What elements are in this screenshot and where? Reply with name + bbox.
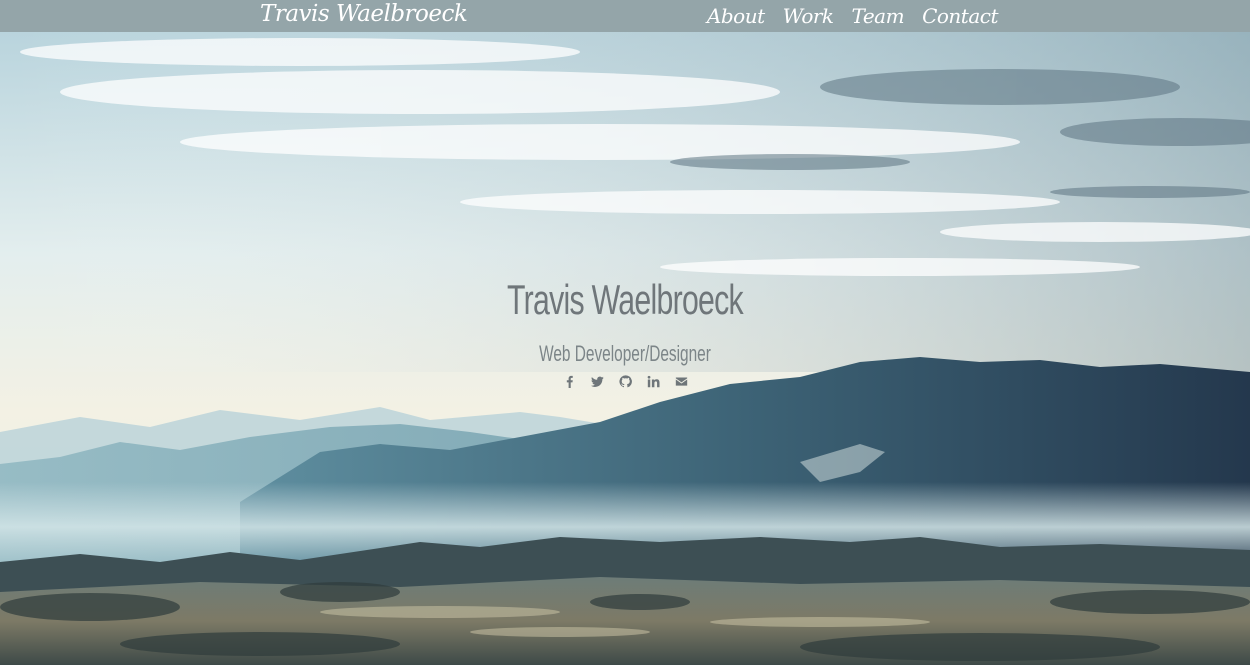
facebook-icon[interactable]	[562, 374, 576, 388]
brand-link[interactable]: Travis Waelbroeck	[260, 0, 468, 32]
hero-section: Travis Waelbroeck Web Developer/Designer	[0, 32, 1250, 665]
nav-link-work[interactable]: Work	[783, 2, 834, 30]
nav-link-team[interactable]: Team	[852, 2, 905, 30]
hero-title: Travis Waelbroeck	[507, 276, 744, 323]
linkedin-icon[interactable]	[646, 374, 660, 388]
envelope-icon[interactable]	[674, 374, 688, 388]
hero-content: Travis Waelbroeck Web Developer/Designer	[0, 272, 1250, 388]
social-links	[0, 374, 1250, 388]
navbar: Travis Waelbroeck About Work Team Contac…	[0, 0, 1250, 32]
twitter-icon[interactable]	[590, 374, 604, 388]
github-icon[interactable]	[618, 374, 632, 388]
page: Travis Waelbroeck About Work Team Contac…	[0, 0, 1250, 665]
nav-link-about[interactable]: About	[707, 2, 765, 30]
nav-links: About Work Team Contact	[707, 0, 999, 32]
nav-link-contact[interactable]: Contact	[922, 2, 998, 30]
hero-subtitle: Web Developer/Designer	[539, 341, 711, 366]
